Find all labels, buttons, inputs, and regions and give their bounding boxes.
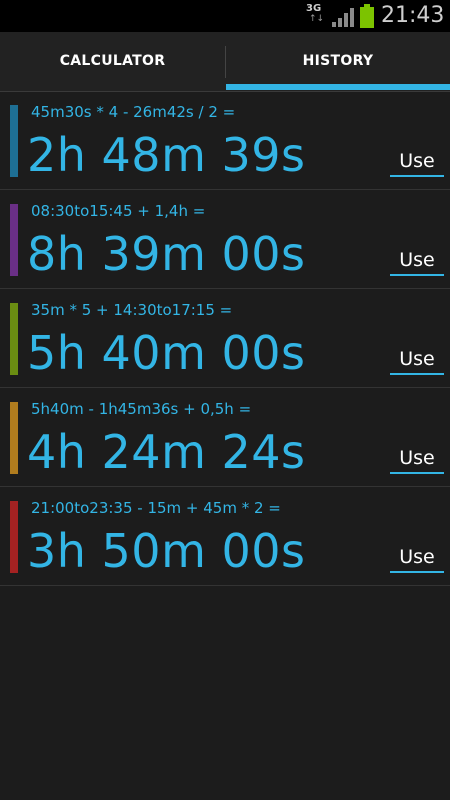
status-bar: 3G ↑↓ 21:43 [0,0,450,32]
row-color-bar [10,204,18,276]
use-button[interactable]: Use [390,244,444,276]
history-row[interactable]: 5h40m - 1h45m36s + 0,5h = 4h 24m 24s Use [0,388,450,487]
tab-calculator[interactable]: CALCULATOR [0,32,225,90]
use-button-underline [390,373,444,375]
use-button[interactable]: Use [390,145,444,177]
use-button-underline [390,571,444,573]
row-color-bar [10,402,18,474]
history-list: 45m30s * 4 - 26m42s / 2 = 2h 48m 39s Use… [0,91,450,586]
history-result: 4h 24m 24s [27,425,306,479]
history-expression: 08:30to15:45 + 1,4h = [31,202,206,220]
tab-bar: CALCULATOR HISTORY [0,32,450,92]
use-button-underline [390,175,444,177]
data-activity-icon: ↑↓ [309,14,325,24]
status-time: 21:43 [381,3,445,28]
use-button-underline [390,472,444,474]
tab-history[interactable]: HISTORY [226,32,450,90]
use-button[interactable]: Use [390,541,444,573]
history-expression: 45m30s * 4 - 26m42s / 2 = [31,103,236,121]
use-button[interactable]: Use [390,343,444,375]
screen: 3G ↑↓ 21:43 CALCULATOR HISTORY 45m30s * … [0,0,450,800]
row-color-bar [10,501,18,573]
history-result: 2h 48m 39s [27,128,306,182]
history-result: 5h 40m 00s [27,326,306,380]
row-color-bar [10,303,18,375]
history-row[interactable]: 45m30s * 4 - 26m42s / 2 = 2h 48m 39s Use [0,91,450,190]
signal-icon [332,8,354,27]
history-result: 8h 39m 00s [27,227,306,281]
history-row[interactable]: 21:00to23:35 - 15m + 45m * 2 = 3h 50m 00… [0,487,450,586]
history-expression: 35m * 5 + 14:30to17:15 = [31,301,233,319]
history-expression: 5h40m - 1h45m36s + 0,5h = [31,400,252,418]
history-row[interactable]: 35m * 5 + 14:30to17:15 = 5h 40m 00s Use [0,289,450,388]
row-color-bar [10,105,18,177]
history-row[interactable]: 08:30to15:45 + 1,4h = 8h 39m 00s Use [0,190,450,289]
history-expression: 21:00to23:35 - 15m + 45m * 2 = [31,499,281,517]
history-result: 3h 50m 00s [27,524,306,578]
use-button[interactable]: Use [390,442,444,474]
network-type: 3G [306,3,322,14]
battery-icon [360,4,374,28]
use-button-underline [390,274,444,276]
selected-tab-indicator [226,84,450,90]
